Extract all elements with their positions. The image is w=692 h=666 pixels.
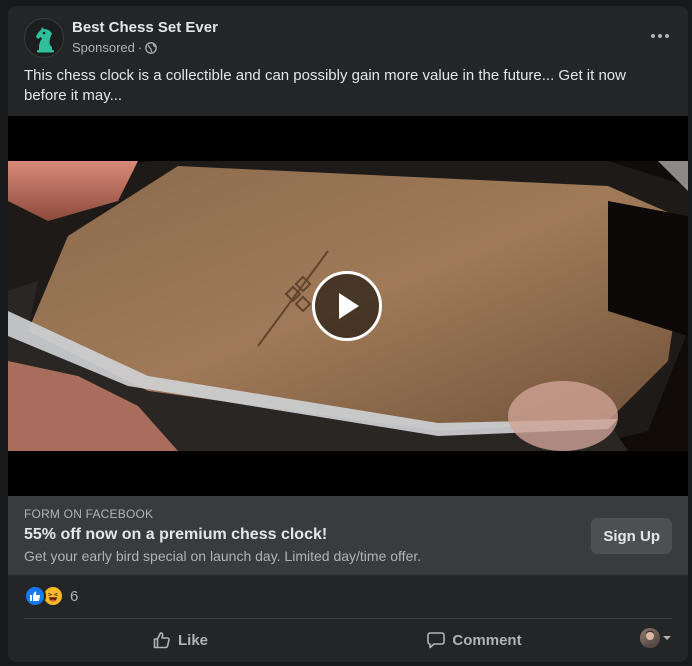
cta-source-label: FORM ON FACEBOOK [24,507,154,521]
more-dots-icon [651,34,669,38]
reaction-count[interactable]: 6 [70,588,78,605]
user-avatar [640,628,660,648]
cta-description: Get your early bird special on launch da… [24,548,422,564]
meta-separator: · [137,40,143,55]
like-label: Like [177,631,208,649]
like-button[interactable]: Like [120,622,240,658]
sponsored-label[interactable]: Sponsored [72,40,135,55]
chevron-down-icon [663,636,671,640]
more-options-button[interactable] [642,18,678,54]
comment-bubble-icon [427,632,446,649]
lead-form-cta[interactable]: FORM ON FACEBOOK 55% off now on a premiu… [8,496,688,575]
actions-divider [24,618,672,619]
play-icon [339,293,359,319]
post-caption: This chess clock is a collectible and ca… [24,67,626,104]
play-button[interactable] [312,271,382,341]
globe-icon [145,41,158,54]
cta-headline: 55% off now on a premium chess clock! [24,526,328,543]
page-name[interactable]: Best Chess Set Ever [72,19,218,36]
comment-button[interactable]: Comment [414,622,534,658]
page-avatar[interactable] [24,18,64,58]
profile-selector[interactable] [640,628,672,648]
post-header: Best Chess Set Ever Sponsored · [24,18,672,58]
ad-post-card: Best Chess Set Ever Sponsored · This che… [8,6,688,662]
video-player[interactable] [8,116,688,496]
post-actions-bar: Like Comment [24,622,672,658]
chess-knight-logo-icon [36,27,54,53]
thumbs-up-icon [153,632,170,649]
sign-up-button[interactable]: Sign Up [591,518,672,554]
comment-label: Comment [452,631,522,649]
like-icon [24,585,46,607]
post-meta: Sponsored · [72,40,158,55]
reaction-summary[interactable]: 6 [24,585,78,607]
